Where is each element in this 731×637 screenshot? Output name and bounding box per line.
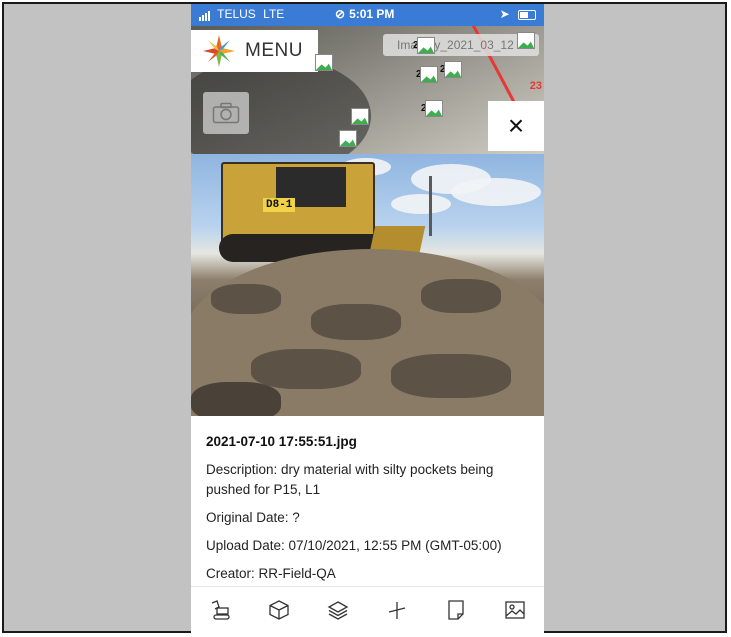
- signal-icon: [199, 7, 211, 21]
- status-right: ➤: [500, 7, 536, 21]
- camera-button[interactable]: [203, 92, 249, 134]
- photo-creator: Creator: RR-Field-QA: [206, 566, 336, 581]
- location-arrow-icon: ➤: [499, 7, 510, 21]
- measure-icon: [388, 602, 406, 619]
- layers-icon: [327, 601, 349, 620]
- menu-label: MENU: [245, 40, 303, 61]
- excavator-icon: [211, 600, 230, 620]
- photo-filename: 2021-07-10 17:55:51.jpg: [206, 434, 357, 449]
- menu-button[interactable]: MENU: [191, 30, 318, 72]
- close-icon: ×: [507, 110, 525, 141]
- photo-original-date: Original Date: ?: [206, 510, 300, 525]
- bottom-toolbar: [191, 586, 544, 633]
- phone-screen: TELUS LTE ⊘ 5:01 PM ➤ 23 MENU Imagery_20…: [191, 4, 544, 633]
- photo-marker[interactable]: [513, 32, 535, 50]
- compass-logo-icon: [203, 35, 235, 67]
- image-icon: [505, 601, 525, 619]
- toolbar-layers-button[interactable]: [327, 599, 349, 621]
- clock-time: 5:01 PM: [349, 7, 395, 21]
- photo-marker[interactable]: 2: [413, 37, 435, 55]
- close-button[interactable]: ×: [488, 101, 544, 151]
- link-icon: ⊘: [335, 7, 346, 21]
- note-icon: [448, 600, 464, 620]
- bulldozer: D8-1: [221, 162, 375, 244]
- toolbar-3d-button[interactable]: [268, 599, 290, 621]
- site-photo: D8-1: [191, 154, 544, 416]
- status-bar: TELUS LTE ⊘ 5:01 PM ➤: [191, 4, 544, 26]
- photo-marker[interactable]: 2: [416, 66, 438, 84]
- carrier-name: TELUS: [217, 7, 256, 21]
- photo-marker[interactable]: [335, 130, 357, 148]
- toolbar-measure-button[interactable]: [386, 599, 408, 621]
- machine-tag: D8-1: [263, 198, 296, 212]
- carrier-info: TELUS LTE: [199, 7, 284, 21]
- toolbar-notes-button[interactable]: [445, 599, 467, 621]
- battery-icon: [518, 9, 536, 20]
- toolbar-equipment-button[interactable]: [209, 599, 231, 621]
- photo-marker[interactable]: [311, 54, 333, 72]
- photo-marker[interactable]: 2: [421, 100, 443, 118]
- photo-marker[interactable]: [347, 108, 369, 126]
- map-view[interactable]: 23 MENU Imagery_2021_03_12 2 2 2 2 ×: [191, 26, 544, 154]
- toolbar-photos-button[interactable]: [504, 599, 526, 621]
- photo-description: Description: dry material with silty poc…: [206, 462, 494, 497]
- status-time: ⊘ 5:01 PM: [335, 7, 394, 21]
- network-type: LTE: [263, 7, 285, 21]
- route-label: 23: [529, 80, 542, 92]
- camera-icon: [212, 102, 240, 124]
- photo-details-panel: 2021-07-10 17:55:51.jpg Description: dry…: [191, 416, 544, 586]
- cube-icon: [269, 600, 289, 620]
- photo-marker[interactable]: 2: [440, 61, 462, 79]
- photo-upload-date: Upload Date: 07/10/2021, 12:55 PM (GMT-0…: [206, 538, 502, 553]
